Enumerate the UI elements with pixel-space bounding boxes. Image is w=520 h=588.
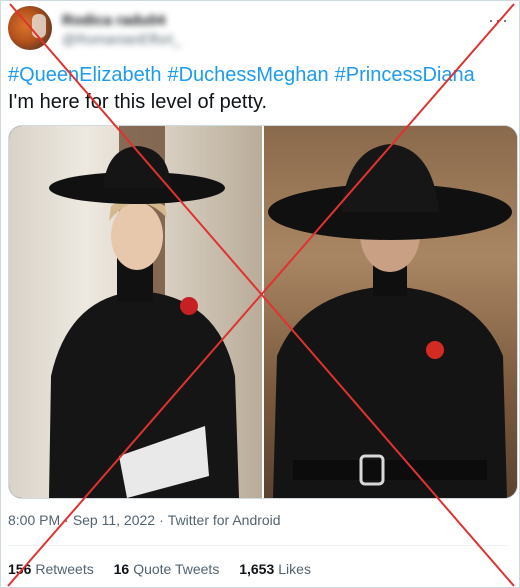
avatar[interactable] xyxy=(8,6,52,50)
quote-tweets-count: 16 xyxy=(113,561,130,577)
divider xyxy=(8,545,508,546)
hashtag-line: #QueenElizabeth #DuchessMeghan #PrincessDi… xyxy=(8,64,481,87)
more-horizontal-icon[interactable]: ··· xyxy=(488,10,509,31)
retweets-count: 156 xyxy=(8,561,32,577)
tweet-source[interactable]: Twitter for Android xyxy=(168,512,281,528)
separator: · xyxy=(159,512,164,528)
engagement-stats: 156 Retweets 16 Quote Tweets 1,653 Likes xyxy=(8,561,327,577)
author-name[interactable]: Rodica radu04 xyxy=(62,12,165,29)
quote-tweets-stat[interactable]: 16 Quote Tweets xyxy=(114,561,220,577)
hashtag-link[interactable]: #QueenElizabeth xyxy=(8,64,161,86)
photo-divider xyxy=(262,126,264,498)
likes-label: Likes xyxy=(278,561,311,577)
likes-stat[interactable]: 1,653 Likes xyxy=(239,561,311,577)
tweet-time[interactable]: 8:00 PM xyxy=(8,512,60,528)
retweets-label: Retweets xyxy=(35,561,94,577)
tweet-date[interactable]: Sep 11, 2022 xyxy=(73,512,155,528)
photo-left-figure xyxy=(49,126,239,498)
photo-right-panel xyxy=(263,126,517,498)
hashtag-link[interactable]: #PrincessDiana xyxy=(335,64,475,86)
author-handle[interactable]: @RomanianEffort_ xyxy=(62,31,181,47)
retweets-stat[interactable]: 156 Retweets xyxy=(8,561,94,577)
quote-tweets-label: Quote Tweets xyxy=(133,561,220,577)
likes-count: 1,653 xyxy=(239,561,275,577)
tweet-metadata: 8:00 PM · Sep 11, 2022 · Twitter for Android xyxy=(8,512,281,528)
photo-right-figure xyxy=(268,144,512,498)
hashtag-link[interactable]: #DuchessMeghan xyxy=(167,64,328,86)
tweet-text: I'm here for this level of petty. xyxy=(8,91,268,113)
tweet-photo[interactable] xyxy=(8,125,518,499)
separator: · xyxy=(64,512,69,528)
photo-left-panel xyxy=(9,126,263,498)
